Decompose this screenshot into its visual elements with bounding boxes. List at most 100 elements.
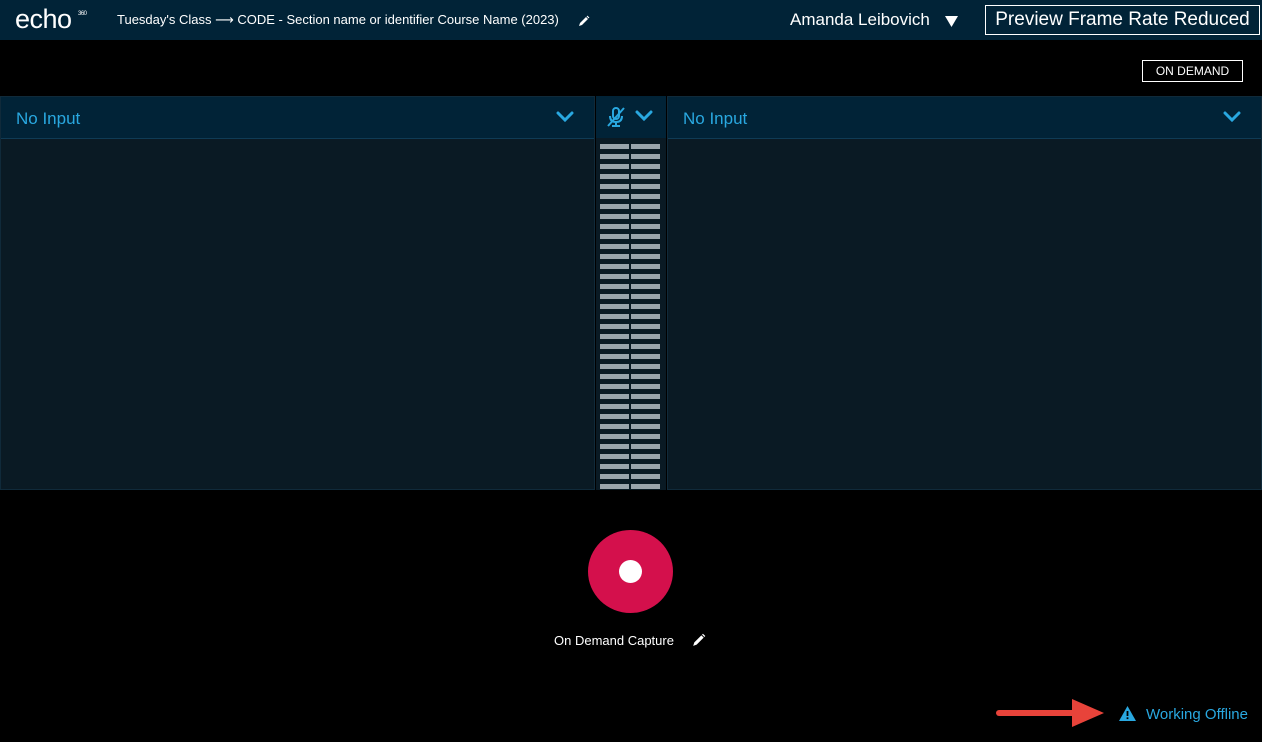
audio-meter-segment: [631, 174, 660, 179]
audio-meter-segment: [600, 254, 629, 259]
audio-meter-segment: [631, 294, 660, 299]
left-input-label: No Input: [16, 109, 81, 128]
audio-meter-segment: [631, 394, 660, 399]
audio-meter-segment: [600, 344, 629, 349]
audio-meter-segment: [600, 224, 629, 229]
audio-meter-segment: [600, 314, 629, 319]
audio-meter-segment: [600, 154, 629, 159]
audio-meter-segment: [631, 434, 660, 439]
left-input-selector[interactable]: No Input: [1, 97, 594, 139]
warning-icon: [1119, 706, 1136, 726]
audio-meter-segment: [631, 404, 660, 409]
audio-meter-segment: [631, 224, 660, 229]
audio-meter-segment: [631, 214, 660, 219]
user-menu-caret-icon[interactable]: [945, 14, 958, 32]
chevron-down-icon[interactable]: [556, 110, 574, 128]
audio-meter-segment: [631, 274, 660, 279]
audio-meter-segment: [631, 484, 660, 489]
audio-meter-segment: [631, 284, 660, 289]
audio-meter-segment: [600, 264, 629, 269]
user-menu-name[interactable]: Amanda Leibovich: [790, 10, 930, 30]
audio-panel: [596, 96, 666, 490]
audio-meter-segment: [600, 464, 629, 469]
audio-meter-segment: [631, 414, 660, 419]
edit-capture-pencil-icon[interactable]: [692, 633, 706, 652]
audio-meter-segment: [600, 284, 629, 289]
record-icon: [619, 560, 642, 583]
capture-name-label: On Demand Capture: [554, 633, 674, 648]
audio-meter-segment: [600, 444, 629, 449]
audio-meter-segment: [631, 384, 660, 389]
audio-meter-segment: [631, 254, 660, 259]
audio-meter-segment: [631, 234, 660, 239]
edit-course-pencil-icon[interactable]: [578, 12, 590, 30]
audio-meter-segment: [631, 154, 660, 159]
audio-meter-segment: [600, 424, 629, 429]
audio-meter-segment: [631, 304, 660, 309]
record-button[interactable]: [588, 530, 673, 613]
top-bar: echo 360 Tuesday's Class ⟶ CODE - Sectio…: [0, 0, 1262, 40]
logo-text: echo: [15, 4, 72, 34]
right-input-label: No Input: [683, 109, 748, 128]
audio-meter-segment: [631, 324, 660, 329]
annotation-arrow-icon: [996, 698, 1106, 733]
audio-meter-segment: [600, 174, 629, 179]
audio-meter-segment: [631, 144, 660, 149]
audio-meter-segment: [600, 204, 629, 209]
right-input-panel: No Input: [667, 96, 1262, 490]
audio-level-meters: [600, 144, 660, 489]
course-title: Tuesday's Class ⟶ CODE - Section name or…: [117, 12, 559, 27]
connection-status-label[interactable]: Working Offline: [1146, 706, 1248, 723]
audio-meter-segment: [600, 414, 629, 419]
audio-meter-segment: [600, 194, 629, 199]
audio-meter-segment: [600, 294, 629, 299]
audio-meter-segment: [631, 364, 660, 369]
audio-meter-segment: [600, 144, 629, 149]
right-input-selector[interactable]: No Input: [668, 97, 1261, 139]
audio-meter-segment: [600, 474, 629, 479]
audio-meter-segment: [600, 304, 629, 309]
audio-meter-segment: [631, 424, 660, 429]
audio-meter-segment: [631, 314, 660, 319]
mode-badge: ON DEMAND: [1142, 60, 1243, 82]
audio-meter-segment: [631, 374, 660, 379]
audio-meter-segment: [631, 264, 660, 269]
audio-meter-segment: [600, 184, 629, 189]
preview-status-box: Preview Frame Rate Reduced: [985, 5, 1260, 35]
audio-meter-segment: [600, 164, 629, 169]
audio-meter-segment: [600, 434, 629, 439]
audio-meter-segment: [600, 214, 629, 219]
chevron-down-icon[interactable]: [1223, 110, 1241, 128]
audio-meter-segment: [631, 204, 660, 209]
audio-selector[interactable]: [596, 96, 666, 138]
audio-meter-segment: [600, 234, 629, 239]
audio-meter-segment: [600, 334, 629, 339]
audio-meter-segment: [631, 184, 660, 189]
audio-meter-segment: [600, 404, 629, 409]
audio-meter-segment: [631, 244, 660, 249]
echo360-logo: echo 360: [15, 4, 87, 36]
audio-meter-segment: [600, 354, 629, 359]
audio-meter-segment: [631, 444, 660, 449]
audio-meter-segment: [600, 374, 629, 379]
audio-meter-segment: [631, 334, 660, 339]
logo-superscript: 360: [78, 11, 87, 17]
audio-meter-segment: [600, 394, 629, 399]
audio-meter-segment: [600, 324, 629, 329]
audio-meter-segment: [631, 354, 660, 359]
audio-meter-segment: [600, 274, 629, 279]
audio-meter-segment: [631, 464, 660, 469]
audio-meter-segment: [631, 344, 660, 349]
audio-meter-segment: [600, 454, 629, 459]
audio-meter-segment: [631, 454, 660, 459]
audio-meter-segment: [600, 384, 629, 389]
audio-meter-segment: [600, 244, 629, 249]
capture-app: echo 360 Tuesday's Class ⟶ CODE - Sectio…: [0, 0, 1262, 742]
left-input-panel: No Input: [0, 96, 595, 490]
audio-meter-segment: [631, 474, 660, 479]
audio-meter-segment: [600, 364, 629, 369]
chevron-down-icon[interactable]: [635, 109, 653, 127]
audio-meter-segment: [631, 164, 660, 169]
microphone-muted-icon[interactable]: [606, 106, 626, 133]
audio-meter-segment: [600, 484, 629, 489]
